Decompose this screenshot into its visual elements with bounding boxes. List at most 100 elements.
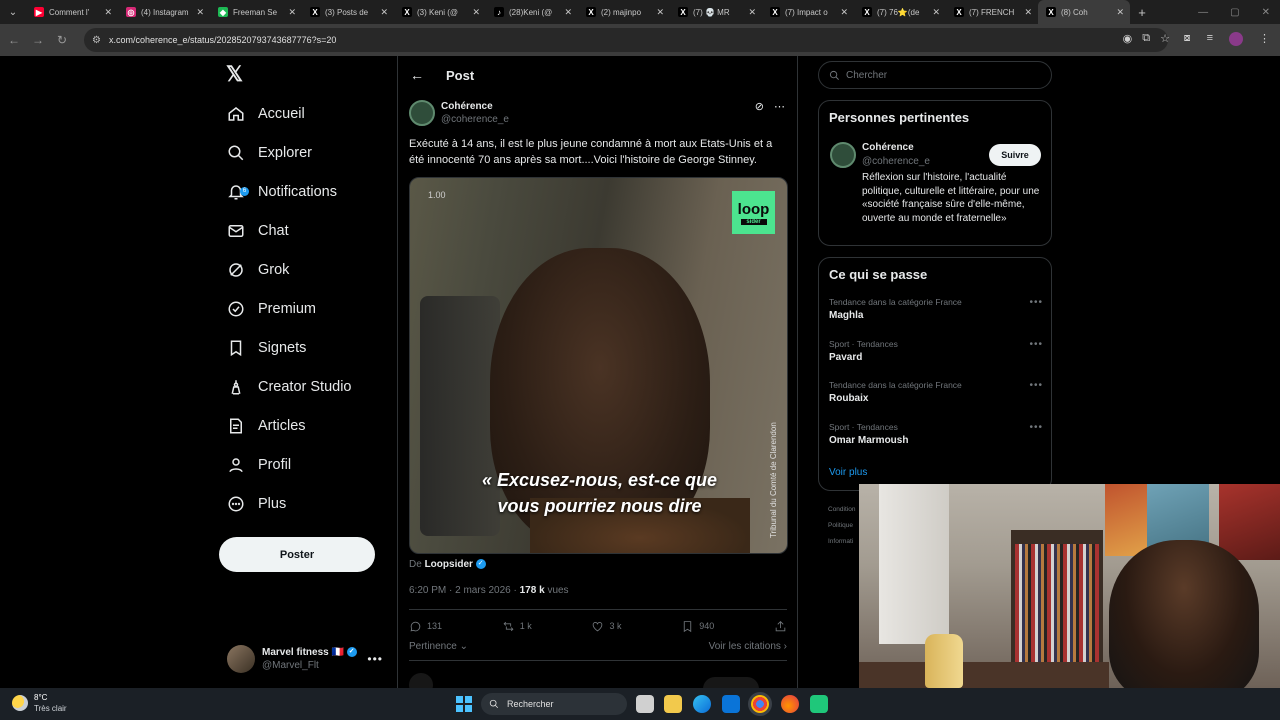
tab-close-icon[interactable]: ✕: [840, 7, 848, 18]
cast-icon[interactable]: ◉: [1123, 32, 1133, 45]
search-input[interactable]: Chercher: [818, 61, 1052, 89]
task-view-icon[interactable]: [636, 695, 654, 713]
more-icon[interactable]: •••: [1029, 380, 1043, 391]
author-name[interactable]: Cohérence: [441, 101, 509, 112]
reply-button[interactable]: 131: [409, 618, 442, 634]
author-avatar[interactable]: [409, 100, 435, 126]
tab-search-icon[interactable]: ⌄: [0, 0, 26, 24]
tab-close-icon[interactable]: ✕: [288, 7, 296, 18]
account-switcher[interactable]: Marvel fitness 🇫🇷 ✓ @Marvel_Flt •••: [227, 644, 397, 674]
nav-item-profil[interactable]: Profil: [227, 450, 291, 480]
post-author[interactable]: Cohérence @coherence_e: [409, 100, 509, 126]
browser-tab[interactable]: ◎ (4) Instagram ✕: [118, 0, 210, 24]
relevant-user-name[interactable]: Cohérence: [862, 142, 914, 153]
avatar[interactable]: [830, 142, 856, 168]
post-button[interactable]: Poster: [219, 537, 375, 572]
footer-link[interactable]: Informati: [828, 534, 858, 550]
browser-tab[interactable]: X (3) Keni (@ ✕: [394, 0, 486, 24]
x-logo-icon[interactable]: 𝕏: [226, 64, 248, 86]
edge-icon[interactable]: [693, 695, 711, 713]
firefox-icon[interactable]: [781, 695, 799, 713]
tab-close-icon[interactable]: ✕: [380, 7, 388, 18]
browser-tab[interactable]: X (7) 💀 MR ✕: [670, 0, 762, 24]
tab-close-icon[interactable]: ✕: [472, 7, 480, 18]
more-icon[interactable]: ⋯: [774, 100, 785, 113]
author-handle[interactable]: @coherence_e: [441, 114, 509, 125]
media-icon[interactable]: ≡: [1207, 32, 1213, 46]
share-button[interactable]: [774, 618, 787, 634]
chrome-icon[interactable]: [751, 695, 769, 713]
app-icon[interactable]: [810, 695, 828, 713]
install-icon[interactable]: ⧉: [1142, 32, 1150, 45]
source-link[interactable]: Loopsider: [425, 559, 473, 570]
more-icon[interactable]: •••: [1029, 339, 1043, 350]
site-settings-icon[interactable]: ⚙: [92, 35, 101, 46]
video-player[interactable]: 1.00 loop sider Tribunal du Comté de Cla…: [409, 177, 788, 554]
taskbar-search[interactable]: Rechercher: [481, 693, 627, 715]
nav-item-plus[interactable]: Plus: [227, 489, 286, 519]
menu-icon[interactable]: ⋮: [1259, 32, 1270, 46]
extensions-icon[interactable]: ⧇: [1184, 32, 1191, 46]
reload-icon[interactable]: ↻: [50, 33, 74, 47]
new-tab-button[interactable]: +: [1130, 5, 1154, 20]
browser-tab[interactable]: ▶ Comment l' ✕: [26, 0, 118, 24]
tab-close-icon[interactable]: ✕: [748, 7, 756, 18]
trend-item[interactable]: Tendance dans la catégorie France Maghla •…: [829, 297, 1043, 321]
like-button[interactable]: 3 k: [591, 618, 622, 634]
store-icon[interactable]: [722, 695, 740, 713]
nav-item-articles[interactable]: Articles: [227, 411, 306, 441]
star-icon[interactable]: ☆: [1160, 32, 1170, 45]
tab-close-icon[interactable]: ✕: [1024, 7, 1032, 18]
tab-close-icon[interactable]: ✕: [656, 7, 664, 18]
maximize-icon[interactable]: ▢: [1230, 7, 1239, 18]
browser-tab[interactable]: X (8) Coh ✕: [1038, 0, 1130, 24]
tab-close-icon[interactable]: ✕: [564, 7, 572, 18]
footer-link[interactable]: Condition: [828, 502, 858, 518]
trend-item[interactable]: Sport · Tendances Omar Marmoush •••: [829, 422, 1043, 446]
back-icon[interactable]: ←: [2, 33, 26, 47]
browser-tab[interactable]: X (3) Posts de ✕: [302, 0, 394, 24]
grok-icon[interactable]: ⊘: [755, 100, 764, 113]
minimize-icon[interactable]: —: [1198, 7, 1208, 18]
forward-icon[interactable]: →: [26, 33, 50, 47]
nav-item-explorer[interactable]: Explorer: [227, 138, 312, 168]
more-icon[interactable]: •••: [1029, 422, 1043, 433]
tab-close-icon[interactable]: ✕: [104, 7, 112, 18]
repost-button[interactable]: 1 k: [502, 618, 532, 634]
tab-close-icon[interactable]: ✕: [932, 7, 940, 18]
close-window-icon[interactable]: ✕: [1262, 7, 1270, 18]
see-more-link[interactable]: Voir plus: [829, 467, 867, 478]
nav-item-accueil[interactable]: Accueil: [227, 99, 305, 129]
browser-tab[interactable]: X (7) 76⭐(de ✕: [854, 0, 946, 24]
sort-dropdown[interactable]: Pertinence ⌄: [409, 641, 468, 652]
file-explorer-icon[interactable]: [664, 695, 682, 713]
bookmark-button[interactable]: 940: [681, 618, 714, 634]
browser-tab[interactable]: X (7) Impact o ✕: [762, 0, 854, 24]
footer-link[interactable]: Politique: [828, 518, 858, 534]
browser-tab[interactable]: ◆ Freeman Se ✕: [210, 0, 302, 24]
browser-tab[interactable]: ♪ (28)Keni (@ ✕: [486, 0, 578, 24]
browser-tab[interactable]: X (2) majinpo ✕: [578, 0, 670, 24]
follow-button[interactable]: Suivre: [989, 144, 1041, 166]
nav-item-signets[interactable]: Signets: [227, 333, 306, 363]
nav-item-premium[interactable]: Premium: [227, 294, 316, 324]
back-arrow-icon[interactable]: ←: [410, 67, 424, 83]
more-icon[interactable]: •••: [1029, 297, 1043, 308]
trend-item[interactable]: Tendance dans la catégorie France Roubaix…: [829, 380, 1043, 404]
windows-start-icon[interactable]: [456, 696, 472, 712]
reply-button-preview[interactable]: [703, 677, 759, 688]
tab-close-icon[interactable]: ✕: [196, 7, 204, 18]
view-quotes-link[interactable]: Voir les citations ›: [709, 641, 787, 652]
profile-avatar[interactable]: [1229, 32, 1243, 46]
nav-item-grok[interactable]: Grok: [227, 255, 289, 285]
trend-item[interactable]: Sport · Tendances Pavard •••: [829, 339, 1043, 363]
nav-item-notifications[interactable]: 6 Notifications: [227, 177, 337, 207]
weather-widget[interactable]: 8°C Très clair: [12, 693, 67, 713]
more-options-icon[interactable]: •••: [367, 652, 383, 666]
tab-close-icon[interactable]: ✕: [1116, 7, 1124, 18]
browser-tab[interactable]: X (7) FRENCH ✕: [946, 0, 1038, 24]
relevant-user-handle[interactable]: @coherence_e: [862, 156, 930, 167]
nav-item-creator-studio[interactable]: Creator Studio: [227, 372, 352, 402]
address-bar[interactable]: ⚙ x.com/coherence_e/status/2028520793743…: [84, 28, 1168, 52]
nav-item-chat[interactable]: Chat: [227, 216, 289, 246]
